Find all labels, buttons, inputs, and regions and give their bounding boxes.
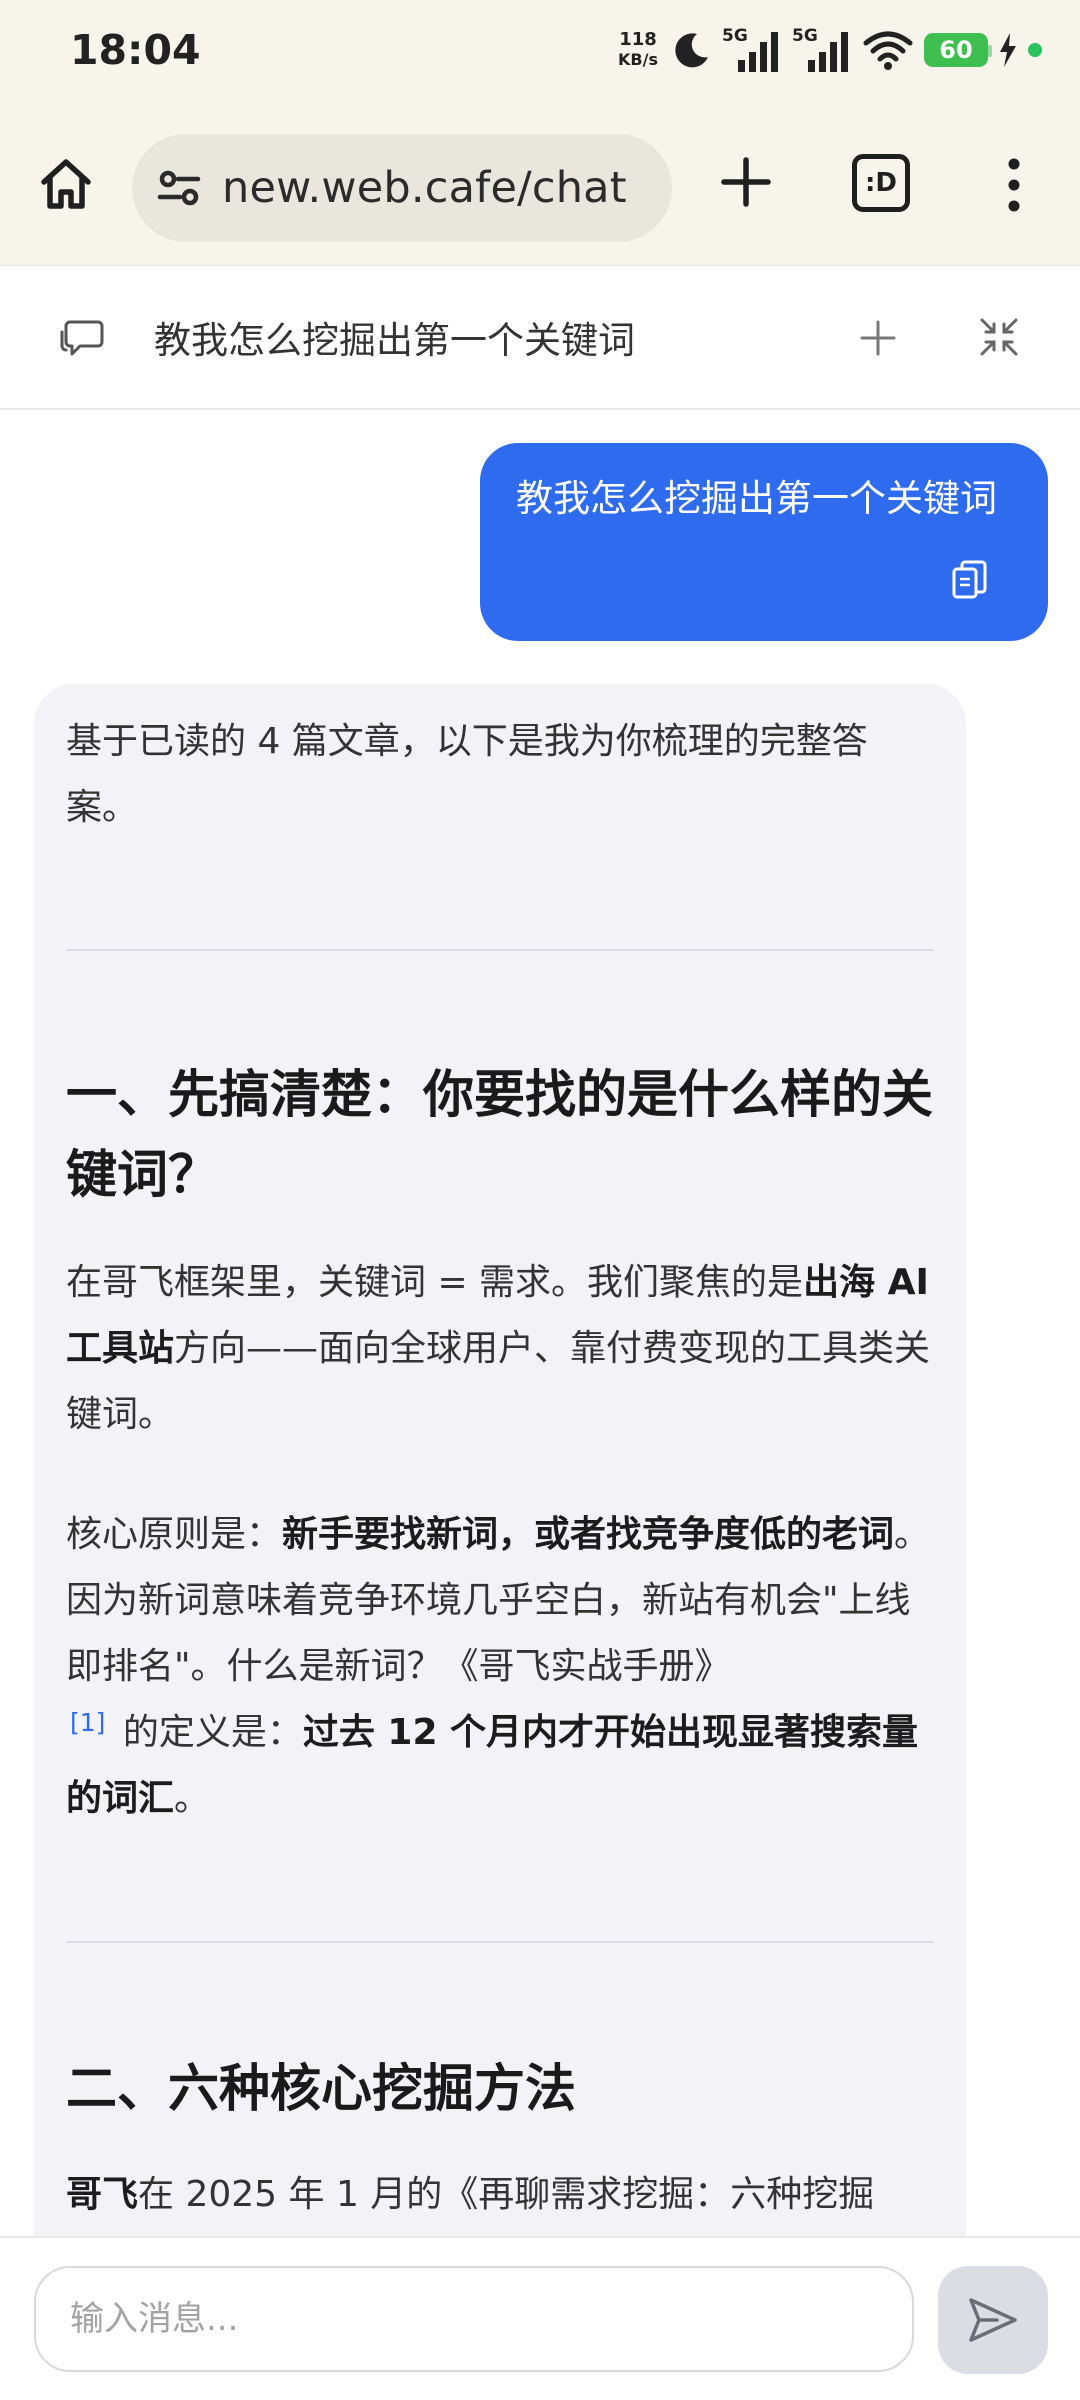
divider [66,949,934,951]
bold-text: 新手要找新词，或者找竞争度低的老词 [282,1514,895,1555]
network-speed-unit: KB/s [618,50,658,69]
citation-link[interactable]: [1] [70,1708,105,1737]
url-text[interactable]: new.web.cafe/chat [222,163,627,213]
text-span: 。 [174,1778,211,1819]
text-span: 核心原则是： [66,1514,283,1555]
message-input[interactable] [34,2266,914,2372]
browser-toolbar: new.web.cafe/chat :D [0,100,1080,265]
site-settings-icon[interactable] [154,163,204,213]
new-chat-plus-icon[interactable] [856,316,900,360]
composer-bar [0,2236,1080,2400]
user-message-text: 教我怎么挖掘出第一个关键词 [516,477,997,520]
network-speed-value: 118 [619,29,657,50]
intro-paragraph: 基于已读的 4 篇文章，以下是我为你梳理的完整答案。 [66,721,868,828]
more-vert-icon[interactable] [996,150,1032,220]
paragraph: 哥飞在 2025 年 1 月的《再聊需求挖掘：六种挖掘 [66,2162,874,2228]
text-span: 在 2025 年 1 月的《再聊需求挖掘：六种挖掘 [138,2174,875,2215]
assistant-message-bubble: 基于已读的 4 篇文章，以下是我为你梳理的完整答案。 一、先搞清楚：你要找的是什… [34,684,966,2244]
paragraph: 在哥飞框架里，关键词 = 需求。我们聚焦的是出海 AI 工具站方向——面向全球用… [66,1250,934,1448]
section-heading: 一、先搞清楚：你要找的是什么样的关键词？ [66,1066,934,1205]
home-icon[interactable] [36,154,96,214]
tab-switcher-icon[interactable]: :D [852,154,910,212]
sim1-label: 5G [722,26,748,46]
divider [66,1941,934,1943]
battery-icon: 60 [924,33,992,67]
bold-text: 哥飞 [66,2174,139,2215]
signal-5g-icon: 5G [722,26,782,74]
user-message-bubble: 教我怎么挖掘出第一个关键词 [480,443,1048,641]
send-icon [969,2298,1017,2342]
privacy-dot-icon [1028,43,1042,57]
status-icons: 118 KB/s 5G 5G 60 [618,22,1042,78]
address-bar[interactable]: new.web.cafe/chat [132,134,672,242]
text-span: 方向——面向全球用户、靠付费变现的工具类关键词。 [66,1328,931,1435]
charging-bolt-icon [1000,33,1016,67]
battery-level: 60 [939,36,973,64]
chat-bubble-icon [60,320,104,356]
tab-count: :D [865,168,897,198]
plus-icon[interactable] [716,152,776,212]
text-span: 的定义是： [111,1712,303,1753]
moon-icon [675,33,708,68]
copy-icon[interactable] [950,559,990,603]
signal-5g-icon: 5G [792,26,852,74]
chat-header: 教我怎么挖掘出第一个关键词 [0,265,1080,410]
text-span: 在哥飞框架里，关键词 = 需求。我们聚焦的是 [66,1262,804,1303]
wifi-icon [863,31,913,70]
chat-title: 教我怎么挖掘出第一个关键词 [154,319,635,362]
status-time: 18:04 [70,26,201,74]
send-button[interactable] [938,2266,1048,2374]
paragraph: 核心原则是：新手要找新词，或者找竞争度低的老词。因为新词意味着竞争环境几乎空白，… [66,1502,934,1832]
network-speed: 118 KB/s [618,30,658,70]
sim2-label: 5G [792,26,818,46]
section-heading: 二、六种核心挖掘方法 [66,2060,577,2119]
collapse-icon[interactable] [978,316,1020,358]
status-bar: 18:04 118 KB/s 5G 5G 60 [0,0,1080,100]
